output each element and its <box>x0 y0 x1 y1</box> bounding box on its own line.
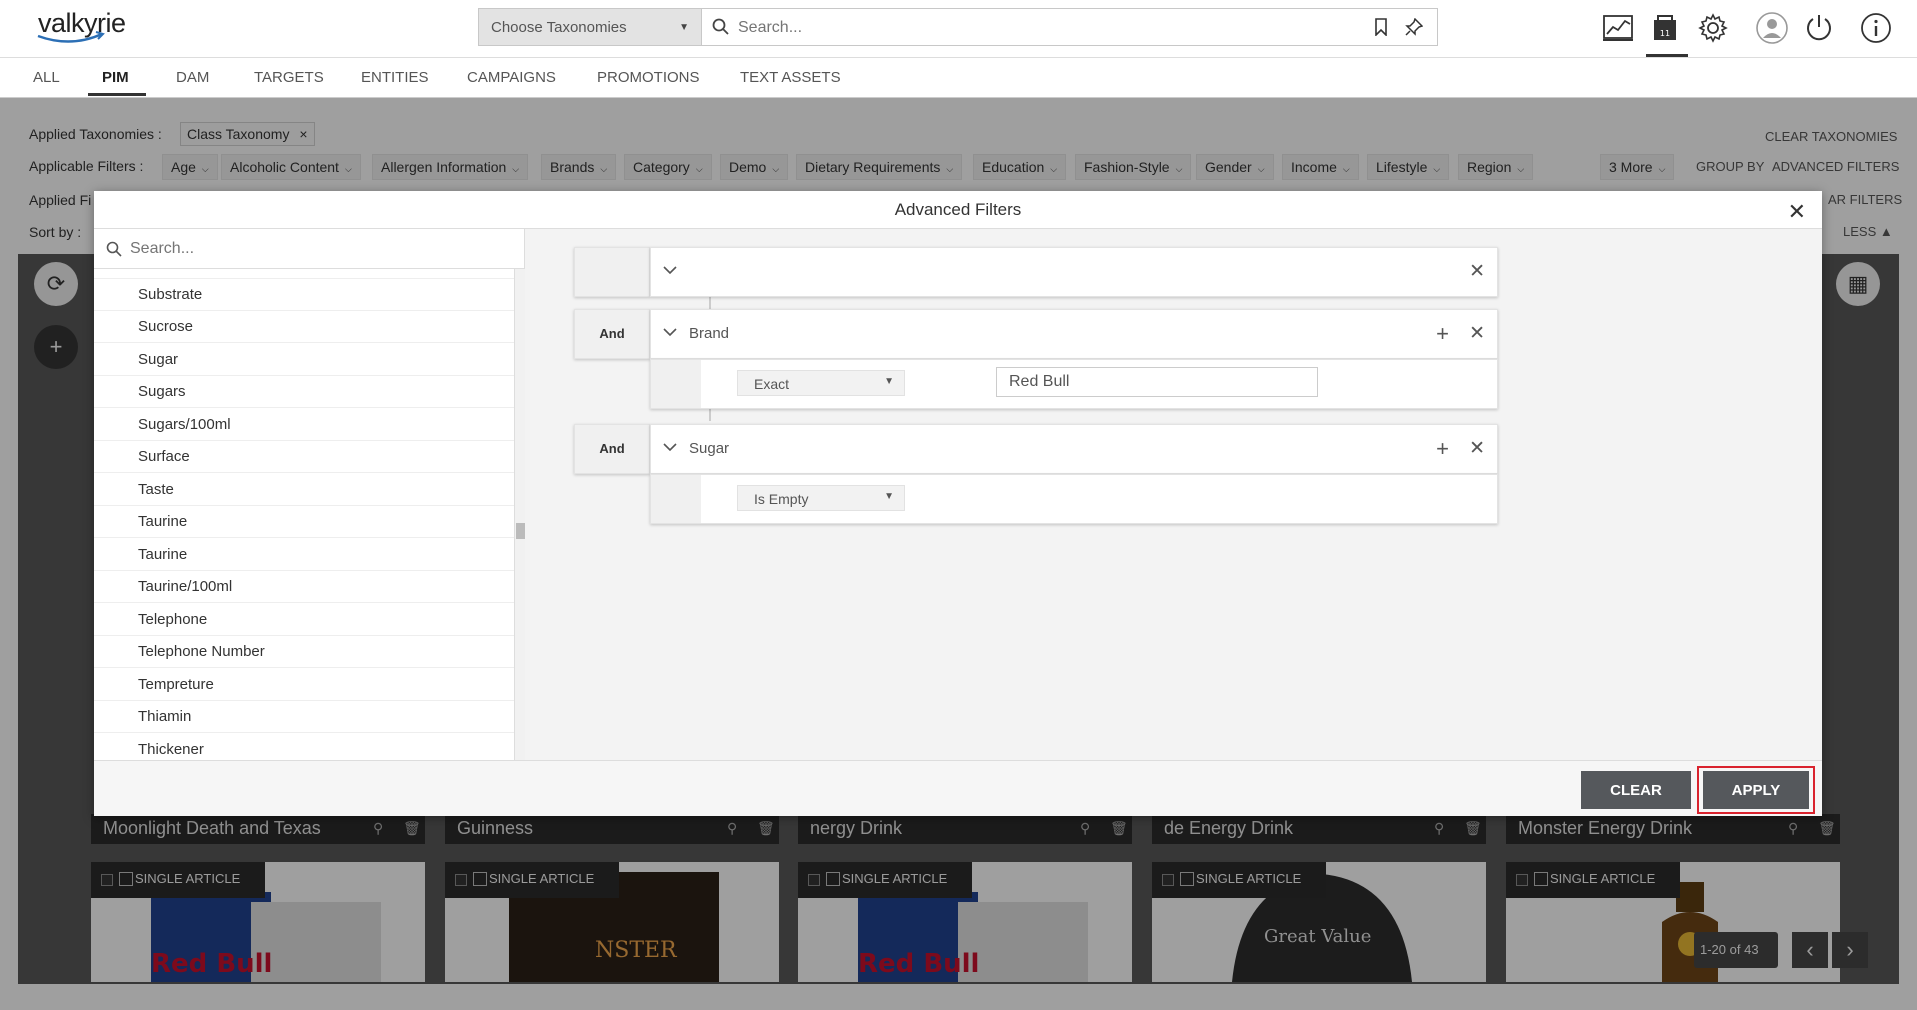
list-item[interactable]: Sucrose <box>94 311 514 343</box>
list-item-label: Taurine/100ml <box>138 578 233 595</box>
list-item[interactable] <box>94 269 514 279</box>
close-icon[interactable]: ✕ <box>1788 199 1806 225</box>
list-item[interactable]: Tempreture <box>94 669 514 701</box>
list-item[interactable]: Thickener <box>94 734 514 760</box>
tab-text-assets[interactable]: TEXT ASSETS <box>740 69 841 86</box>
logo-swoosh-icon <box>37 31 105 43</box>
list-item[interactable]: Taurine/100ml <box>94 571 514 603</box>
list-item[interactable]: Thiamin <box>94 701 514 733</box>
apply-button[interactable]: APPLY <box>1703 771 1809 809</box>
list-item[interactable]: Taste <box>94 474 514 506</box>
attribute-panel: Substrate Sucrose Sugar Sugars Sugars/10… <box>94 229 525 760</box>
list-scrollbar[interactable] <box>514 269 525 760</box>
operator-value: Is Empty <box>754 491 809 507</box>
svg-text:11: 11 <box>1660 29 1670 38</box>
value-input[interactable]: Red Bull <box>996 367 1318 397</box>
pin-icon[interactable] <box>1405 18 1423 36</box>
list-item-label: Thickener <box>138 741 204 758</box>
rule-condition: Is Empty ▼ <box>650 474 1498 524</box>
chevron-down-icon[interactable] <box>663 263 677 277</box>
list-item-label: Substrate <box>138 286 203 303</box>
global-search-input[interactable] <box>738 16 1338 40</box>
list-item-label: Sugars <box>138 383 186 400</box>
taxonomy-dropdown-label: Choose Taxonomies <box>491 19 627 36</box>
tab-campaigns[interactable]: CAMPAIGNS <box>467 69 556 86</box>
attribute-list: Substrate Sucrose Sugar Sugars Sugars/10… <box>94 269 514 760</box>
plus-icon[interactable]: + <box>1436 321 1449 347</box>
list-item[interactable]: Sugars <box>94 376 514 408</box>
tab-dam[interactable]: DAM <box>176 69 209 86</box>
rule-gutter <box>651 475 701 523</box>
close-icon[interactable]: ✕ <box>1469 437 1485 460</box>
list-item[interactable]: Sugars/100ml <box>94 409 514 441</box>
global-search-box <box>702 8 1438 46</box>
rule-connector[interactable]: And <box>574 424 650 474</box>
rule-row-empty: ✕ <box>650 247 1498 297</box>
top-bar: valkyrie Choose Taxonomies ▼ 11 <box>0 0 1917 58</box>
rule-field-name: Sugar <box>689 440 730 457</box>
list-item[interactable]: Telephone Number <box>94 636 514 668</box>
tab-pim-underline <box>88 93 146 96</box>
rule-field-name: Brand <box>689 325 730 342</box>
tab-targets[interactable]: TARGETS <box>254 69 324 86</box>
list-item[interactable]: Taurine <box>94 506 514 538</box>
list-item-label: Thiamin <box>138 708 192 725</box>
chart-icon[interactable] <box>1600 10 1636 46</box>
caret-down-icon: ▼ <box>679 22 689 33</box>
catalog-icon[interactable]: 11 <box>1647 10 1683 46</box>
rule-connector <box>574 247 650 297</box>
list-item-label: Taurine <box>138 546 188 563</box>
clear-button[interactable]: CLEAR <box>1581 771 1691 809</box>
caret-down-icon: ▼ <box>884 376 894 387</box>
operator-value: Exact <box>754 376 790 392</box>
list-item-label: Taurine <box>138 513 188 530</box>
chevron-down-icon[interactable] <box>663 325 677 339</box>
modal-footer: CLEAR APPLY <box>94 760 1822 816</box>
rule-condition: Exact ▼ Red Bull <box>650 359 1498 409</box>
search-icon <box>106 241 122 257</box>
list-item[interactable]: Surface <box>94 441 514 473</box>
modal-header: Advanced Filters ✕ <box>94 191 1822 229</box>
rule-row-brand: Brand + ✕ <box>650 309 1498 359</box>
tab-entities[interactable]: ENTITIES <box>361 69 429 86</box>
chevron-down-icon[interactable] <box>663 440 677 454</box>
active-indicator <box>1646 54 1688 57</box>
tab-pim[interactable]: PIM <box>102 69 129 86</box>
list-item-label: Sugars/100ml <box>138 416 231 433</box>
info-icon[interactable] <box>1858 10 1894 46</box>
list-item-label: Telephone <box>138 611 208 628</box>
attribute-search-input[interactable] <box>130 237 500 261</box>
list-item-label: Sugar <box>138 351 179 368</box>
rule-connector[interactable]: And <box>574 309 650 359</box>
close-icon[interactable]: ✕ <box>1469 322 1485 345</box>
modal-title: Advanced Filters <box>894 200 1022 219</box>
list-item[interactable]: Taurine <box>94 539 514 571</box>
plus-icon[interactable]: + <box>1436 436 1449 462</box>
list-item-label: Tempreture <box>138 676 214 693</box>
power-icon[interactable] <box>1801 10 1837 46</box>
list-item-label: Sucrose <box>138 318 194 335</box>
tab-all[interactable]: ALL <box>33 69 60 86</box>
list-item-label: Taste <box>138 481 174 498</box>
scrollbar-thumb[interactable] <box>516 523 525 539</box>
list-item[interactable]: Telephone <box>94 604 514 636</box>
list-item[interactable]: Substrate <box>94 279 514 311</box>
rule-row-sugar: Sugar + ✕ <box>650 424 1498 474</box>
module-tabs: ALL PIM DAM TARGETS ENTITIES CAMPAIGNS P… <box>0 58 1917 98</box>
user-icon[interactable] <box>1754 10 1790 46</box>
bookmark-icon[interactable] <box>1373 18 1389 36</box>
list-item-label: Surface <box>138 448 190 465</box>
attribute-search-box <box>94 229 525 269</box>
gear-icon[interactable] <box>1695 10 1731 46</box>
close-icon[interactable]: ✕ <box>1469 260 1485 283</box>
caret-down-icon: ▼ <box>884 491 894 502</box>
operator-select[interactable]: Exact ▼ <box>737 370 905 396</box>
tab-promotions[interactable]: PROMOTIONS <box>597 69 700 86</box>
rule-gutter <box>651 360 701 408</box>
list-item-label: Telephone Number <box>138 643 265 660</box>
search-icon <box>712 18 729 35</box>
list-item[interactable]: Sugar <box>94 344 514 376</box>
taxonomy-dropdown[interactable]: Choose Taxonomies ▼ <box>478 8 702 46</box>
operator-select[interactable]: Is Empty ▼ <box>737 485 905 511</box>
